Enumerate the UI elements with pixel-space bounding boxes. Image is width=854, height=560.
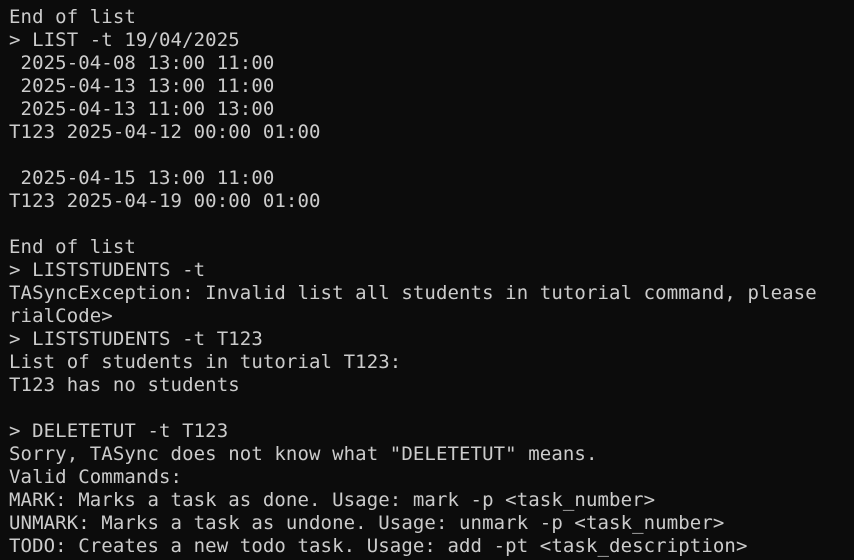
terminal-line: End of list	[9, 6, 136, 28]
terminal-line: Valid Commands:	[9, 466, 183, 488]
terminal-line: 2025-04-08 13:00 11:00	[9, 52, 275, 74]
terminal-line: > DELETETUT -t T123	[9, 420, 229, 442]
terminal-line: > LISTSTUDENTS -t	[9, 259, 206, 281]
terminal-line: 2025-04-13 13:00 11:00	[9, 75, 275, 97]
terminal-line: > LIST -t 19/04/2025	[9, 29, 240, 51]
terminal-line: TODO: Creates a new todo task. Usage: ad…	[9, 535, 748, 557]
terminal-line: Sorry, TASync does not know what "DELETE…	[9, 443, 598, 465]
terminal-line: T123 has no students	[9, 374, 240, 396]
terminal-line: rialCode>	[9, 305, 113, 327]
terminal-output[interactable]: End of list > LIST -t 19/04/2025 2025-04…	[0, 0, 854, 560]
terminal-line: 2025-04-15 13:00 11:00	[9, 167, 275, 189]
terminal-line: MARK: Marks a task as done. Usage: mark …	[9, 489, 656, 511]
terminal-line: UNMARK: Marks a task as undone. Usage: u…	[9, 512, 725, 534]
terminal-line: TASyncException: Invalid list all studen…	[9, 282, 817, 304]
terminal-line: End of list	[9, 236, 136, 258]
terminal-line: List of students in tutorial T123:	[9, 351, 402, 373]
terminal-line: T123 2025-04-12 00:00 01:00	[9, 121, 321, 143]
terminal-line: T123 2025-04-19 00:00 01:00	[9, 190, 321, 212]
terminal-line: > LISTSTUDENTS -t T123	[9, 328, 263, 350]
terminal-line: 2025-04-13 11:00 13:00	[9, 98, 275, 120]
